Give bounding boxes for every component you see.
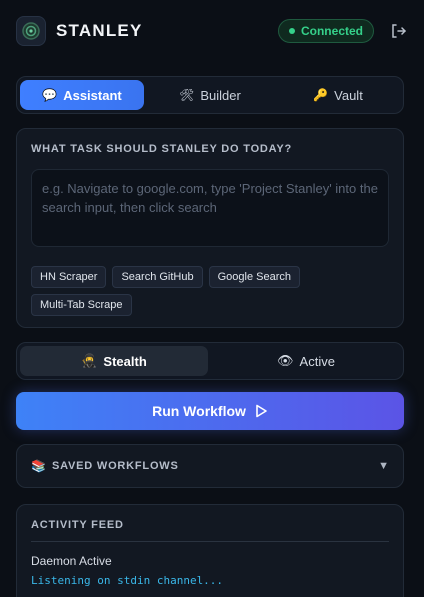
mode-tabs: 💬 Assistant 🛠 Builder 🔑 Vault xyxy=(16,76,404,114)
eye-icon: 👁 xyxy=(277,353,294,368)
chip-multi-tab-scrape[interactable]: Multi-Tab Scrape xyxy=(31,294,132,316)
chat-icon: 💬 xyxy=(42,88,58,102)
chevron-down-icon: ▼ xyxy=(378,460,389,472)
mode-label: Stealth xyxy=(103,353,147,369)
app-title: STANLEY xyxy=(56,21,143,40)
tools-icon: 🛠 xyxy=(179,88,195,102)
chip-hn-scraper[interactable]: HN Scraper xyxy=(31,266,107,288)
play-icon xyxy=(256,404,267,418)
browser-mode-toggle: 🥷 Stealth 👁 Active xyxy=(16,342,404,380)
header: STANLEY Connected xyxy=(16,14,408,48)
divider xyxy=(31,541,389,542)
mode-active[interactable]: 👁 Active xyxy=(212,346,400,376)
tab-assistant[interactable]: 💬 Assistant xyxy=(20,80,144,110)
quick-task-chips: HN Scraper Search GitHub Google Search M… xyxy=(31,266,389,316)
mode-label: Active xyxy=(299,353,335,369)
status-text: Connected xyxy=(300,24,363,38)
books-icon: 📚 xyxy=(31,459,46,473)
feed-log-line: Listening on stdin channel... xyxy=(31,574,224,587)
task-prompt-label: WHAT TASK SHOULD STANLEY DO TODAY? xyxy=(31,143,293,155)
logout-button[interactable] xyxy=(388,21,408,41)
feed-status-line: Daemon Active xyxy=(31,554,112,568)
chip-search-github[interactable]: Search GitHub xyxy=(112,266,203,288)
tab-label: Builder xyxy=(200,87,241,103)
app-root: STANLEY Connected 💬 Assistant 🛠 Builder … xyxy=(0,0,424,597)
chip-google-search[interactable]: Google Search xyxy=(208,266,301,288)
connection-status-badge: Connected xyxy=(277,19,374,43)
activity-feed-label: ACTIVITY FEED xyxy=(31,519,124,531)
logout-icon xyxy=(392,24,406,38)
task-card: WHAT TASK SHOULD STANLEY DO TODAY? HN Sc… xyxy=(16,128,404,328)
key-icon: 🔑 xyxy=(313,88,329,102)
mode-stealth[interactable]: 🥷 Stealth xyxy=(20,346,208,376)
status-dot-icon xyxy=(288,28,295,34)
tab-builder[interactable]: 🛠 Builder xyxy=(148,80,272,110)
run-workflow-button[interactable]: Run Workflow xyxy=(16,392,404,430)
robot-icon xyxy=(16,16,46,46)
tab-label: Vault xyxy=(334,87,363,103)
saved-workflows-label: SAVED WORKFLOWS xyxy=(51,460,179,472)
tab-vault[interactable]: 🔑 Vault xyxy=(276,80,400,110)
activity-feed: ACTIVITY FEED Daemon Active Listening on… xyxy=(16,504,404,597)
saved-workflows-toggle[interactable]: 📚 SAVED WORKFLOWS ▼ xyxy=(16,444,404,488)
task-input[interactable] xyxy=(31,169,389,247)
ninja-icon: 🥷 xyxy=(81,353,98,368)
run-label: Run Workflow xyxy=(152,403,246,419)
tab-label: Assistant xyxy=(63,87,122,103)
